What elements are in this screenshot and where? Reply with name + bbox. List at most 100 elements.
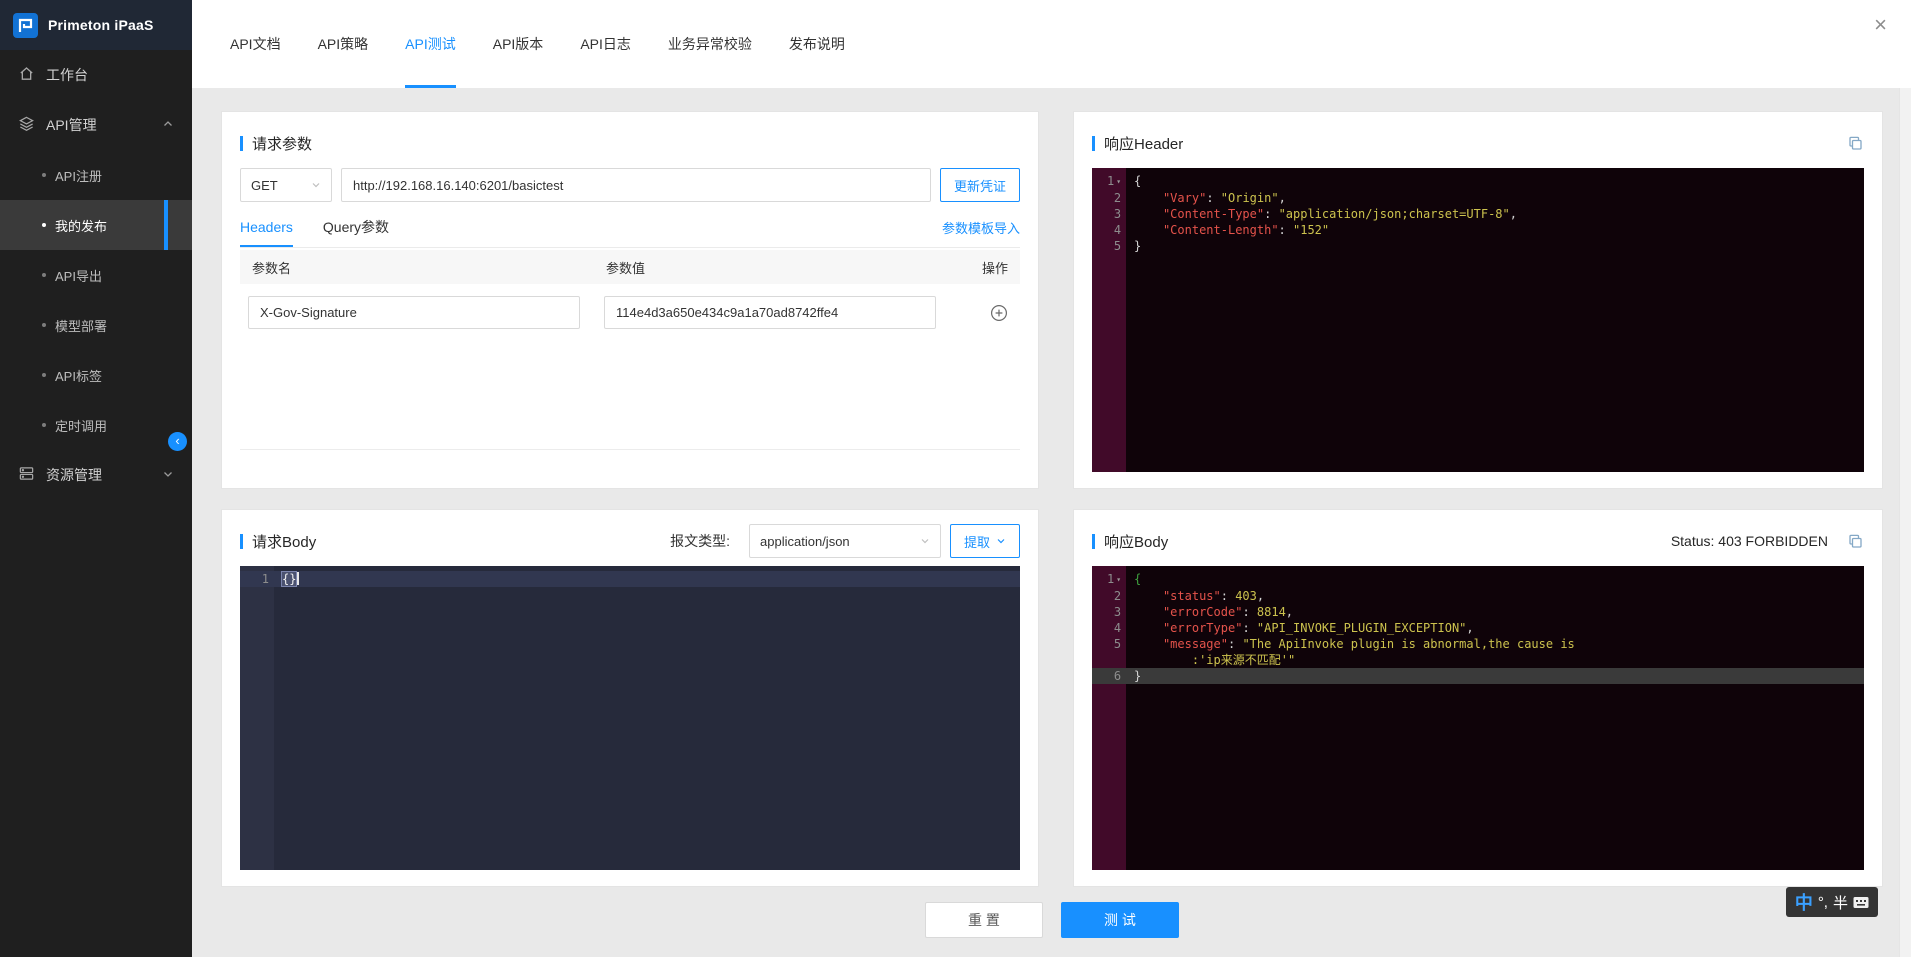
tab-api-docs[interactable]: API文档: [230, 0, 281, 88]
chevron-down-icon: [162, 467, 174, 483]
method-select[interactable]: GET: [240, 168, 332, 202]
button-label: 提取: [964, 532, 990, 551]
param-table-empty-area: [240, 329, 1020, 450]
request-body-title-row: 请求Body 报文类型: application/json 提取: [240, 524, 1020, 558]
footer-actions: 重 置 测 试: [221, 902, 1883, 938]
panel-title: 响应Header: [1104, 133, 1183, 154]
panel-title: 请求参数: [252, 133, 312, 154]
copy-icon[interactable]: [1847, 533, 1864, 550]
chevron-down-icon: [311, 178, 321, 193]
main-area: API文档 API策略 API测试 API版本 API日志 业务异常校验 发布说…: [192, 0, 1911, 957]
request-params-header: 请求参数: [240, 126, 1020, 160]
column-header-action: 操作: [960, 258, 1008, 277]
bullet-icon: [42, 173, 46, 177]
panel-title: 请求Body: [252, 531, 316, 552]
content-type-label: 报文类型:: [670, 531, 730, 551]
content-area: 请求参数 GET 更新凭证 Headers Query参数 参数模板导入: [192, 88, 1911, 957]
add-param-icon[interactable]: [990, 304, 1008, 322]
param-template-import-link[interactable]: 参数模板导入: [942, 218, 1020, 237]
tab-release-notes[interactable]: 发布说明: [789, 0, 845, 88]
content-type-select[interactable]: application/json: [749, 524, 941, 558]
tab-bar: API文档 API策略 API测试 API版本 API日志 业务异常校验 发布说…: [192, 0, 1911, 88]
content-type-value: application/json: [760, 534, 850, 549]
resources-icon: [18, 465, 35, 485]
tab-label: API策略: [318, 34, 369, 54]
sidebar-item-label: 工作台: [46, 65, 88, 85]
title-bar-accent: [1092, 136, 1095, 151]
tab-label: API测试: [405, 34, 456, 54]
sidebar-item-scheduled-invoke[interactable]: 定时调用: [0, 400, 192, 450]
sidebar-item-resource-management[interactable]: 资源管理: [0, 450, 192, 500]
tab-label: Query参数: [323, 217, 389, 237]
ime-language-mode[interactable]: 中: [1795, 889, 1813, 915]
sidebar-item-label: 我的发布: [55, 216, 107, 235]
response-body-panel: 响应Body Status: 403 FORBIDDEN 1▾{2 "statu…: [1073, 509, 1883, 887]
app-window: Primeton iPaaS 工作台 API管理 API注册 我的发布 API导…: [0, 0, 1911, 957]
layers-icon: [18, 115, 35, 135]
copy-icon[interactable]: [1847, 135, 1864, 152]
request-body-panel: 请求Body 报文类型: application/json 提取: [221, 509, 1039, 887]
test-button[interactable]: 测 试: [1061, 902, 1179, 938]
reset-button[interactable]: 重 置: [925, 902, 1043, 938]
button-label: 更新凭证: [954, 176, 1006, 195]
sidebar-item-api-export[interactable]: API导出: [0, 250, 192, 300]
sidebar-item-label: API管理: [46, 115, 97, 135]
title-bar-accent: [240, 534, 243, 549]
tab-api-version[interactable]: API版本: [493, 0, 544, 88]
chevron-down-icon: [996, 534, 1006, 549]
title-bar-accent: [1092, 534, 1095, 549]
tab-label: API日志: [580, 34, 631, 54]
app-title: Primeton iPaaS: [48, 17, 154, 33]
request-body-controls: 报文类型: application/json 提取: [670, 524, 1020, 558]
sidebar-item-label: 资源管理: [46, 465, 102, 485]
refresh-credential-button[interactable]: 更新凭证: [940, 168, 1020, 202]
sidebar-item-workbench[interactable]: 工作台: [0, 50, 192, 100]
sidebar-item-api-tags[interactable]: API标签: [0, 350, 192, 400]
tab-label: 业务异常校验: [668, 34, 752, 54]
ime-indicator[interactable]: 中 °, 半: [1786, 887, 1878, 917]
home-icon: [18, 65, 35, 85]
sidebar-item-label: 模型部署: [55, 316, 107, 335]
title-bar-accent: [240, 136, 243, 151]
close-button[interactable]: ×: [1874, 14, 1887, 36]
response-body-editor[interactable]: 1▾{2 "status": 403,3 "errorCode": 8814,4…: [1092, 566, 1864, 870]
tab-headers[interactable]: Headers: [240, 208, 293, 247]
response-header-panel: 响应Header 1▾{2 "Vary": "Origin",3 "Conten…: [1073, 111, 1883, 489]
ime-punctuation-mode[interactable]: °,: [1818, 894, 1828, 911]
request-body-editor[interactable]: 1{}: [240, 566, 1020, 870]
extract-button[interactable]: 提取: [950, 524, 1020, 558]
scrollbar[interactable]: [1899, 0, 1911, 957]
sidebar-item-api-management[interactable]: API管理: [0, 100, 192, 150]
status-badge: Status: 403 FORBIDDEN: [1671, 533, 1828, 549]
sidebar-item-model-deploy[interactable]: 模型部署: [0, 300, 192, 350]
response-header-title-row: 响应Header: [1092, 126, 1864, 160]
param-name-input[interactable]: [248, 296, 580, 329]
sidebar-item-label: API导出: [55, 266, 102, 285]
response-header-editor[interactable]: 1▾{2 "Vary": "Origin",3 "Content-Type": …: [1092, 168, 1864, 472]
sidebar-item-my-publish[interactable]: 我的发布: [0, 200, 192, 250]
column-header-name: 参数名: [252, 258, 582, 277]
tab-label: API文档: [230, 34, 281, 54]
param-value-input[interactable]: [604, 296, 936, 329]
tab-business-exception-check[interactable]: 业务异常校验: [668, 0, 752, 88]
sidebar: Primeton iPaaS 工作台 API管理 API注册 我的发布 API导…: [0, 0, 192, 957]
method-select-value: GET: [251, 178, 278, 193]
tab-api-policy[interactable]: API策略: [318, 0, 369, 88]
tab-api-logs[interactable]: API日志: [580, 0, 631, 88]
param-table-header: 参数名 参数值 操作: [240, 250, 1020, 284]
url-input[interactable]: [341, 168, 931, 202]
sidebar-item-label: API注册: [55, 166, 102, 185]
tab-api-test[interactable]: API测试: [405, 0, 456, 88]
primeton-logo-icon: [12, 12, 39, 39]
sidebar-nav: 工作台 API管理 API注册 我的发布 API导出 模型部署 API标签 定时…: [0, 50, 192, 500]
bullet-icon: [42, 273, 46, 277]
sidebar-item-api-register[interactable]: API注册: [0, 150, 192, 200]
sidebar-collapse-button[interactable]: ‹: [168, 432, 187, 451]
ime-width-mode[interactable]: 半: [1833, 892, 1848, 913]
param-subtabs: Headers Query参数 参数模板导入: [240, 208, 1020, 248]
panel-grid: 请求参数 GET 更新凭证 Headers Query参数 参数模板导入: [221, 111, 1883, 887]
sidebar-item-label: API标签: [55, 366, 102, 385]
ime-keyboard-icon[interactable]: [1853, 896, 1869, 909]
tab-query-params[interactable]: Query参数: [323, 208, 389, 247]
tab-label: 发布说明: [789, 34, 845, 54]
